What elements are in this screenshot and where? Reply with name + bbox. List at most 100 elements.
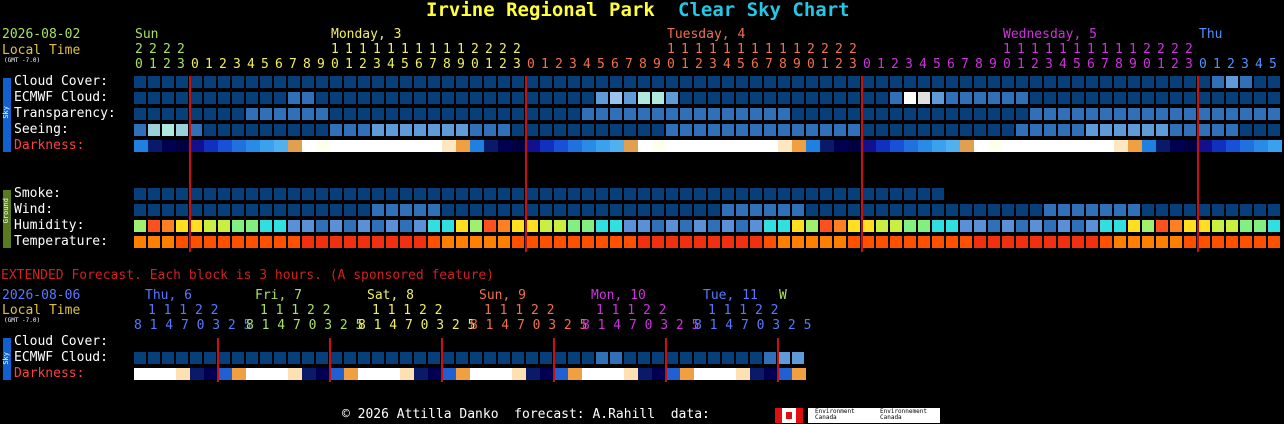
seeing-cell [1184,124,1196,136]
extended-ecmwf-cell [610,352,622,364]
humidity-cell [988,220,1000,232]
cloud-cover-cell [1142,76,1154,88]
ecmwf-cloud-cell [302,92,314,104]
hour-tens-digit: 2 [163,42,171,57]
temperature-cell [680,236,692,248]
ecmwf-cloud-cell [918,92,930,104]
cloud-cover-cell [1226,76,1238,88]
seeing-cell [652,124,664,136]
hour-tens-digit: 2 [807,42,815,57]
cloud-cover-cell [1198,76,1210,88]
extended-tens: 1 1 1 2 2 [596,303,667,318]
transparency-cell [176,108,188,120]
darkness-cell [1072,140,1086,152]
extended-day-label: Thu, 6 [145,288,192,303]
smoke-cell [932,188,944,200]
seeing-cell [1086,124,1098,136]
hour-tens-digit: 2 [1185,42,1193,57]
extended-tens: 1 1 1 2 2 [708,303,779,318]
cloud-cover-cell [1128,76,1140,88]
cloud-cover-cell [526,76,538,88]
extended-darkness-cell [442,368,456,380]
seeing-cell [946,124,958,136]
extended-ecmwf-cell [148,352,160,364]
cloud-cover-cell [652,76,664,88]
humidity-cell [484,220,496,232]
wind-cell [218,204,230,216]
darkness-cell [162,140,176,152]
darkness-cell [1254,140,1268,152]
ecmwf-cloud-cell [932,92,944,104]
hour-tens-digit: 1 [359,42,367,57]
humidity-cell [792,220,804,232]
humidity-cell [708,220,720,232]
wind-cell [1142,204,1154,216]
wind-cell [1156,204,1168,216]
hour-digit: 4 [583,57,591,72]
darkness-cell [736,140,750,152]
smoke-cell [764,188,776,200]
humidity-cell [330,220,342,232]
hour-digit: 3 [569,57,577,72]
transparency-cell [680,108,692,120]
hour-tens-digit: 1 [457,42,465,57]
hour-tens-digit: 1 [345,42,353,57]
darkness-cell [414,140,428,152]
darkness-cell [442,140,456,152]
temperature-cell [610,236,622,248]
darkness-cell [876,140,890,152]
hour-digit: 3 [905,57,913,72]
ecmwf-cloud-cell [876,92,888,104]
hour-tens-digit: 1 [429,42,437,57]
temperature-cell [512,236,524,248]
hour-digit: 6 [751,57,759,72]
transparency-cell [554,108,566,120]
extended-ecmwf-cell [162,352,174,364]
cloud-cover-cell [848,76,860,88]
extended-notice: EXTENDED Forecast. Each block is 3 hours… [1,268,495,283]
ecmwf-cloud-cell [456,92,468,104]
temperature-cell [834,236,846,248]
seeing-cell [1156,124,1168,136]
cloud-cover-cell [1254,76,1266,88]
extended-ecmwf-cell [694,352,706,364]
wind-cell [918,204,930,216]
row-label: Wind: [14,202,54,217]
darkness-cell [1142,140,1156,152]
hour-digit: 9 [793,57,801,72]
seeing-cell [890,124,902,136]
cloud-cover-cell [1212,76,1224,88]
smoke-cell [596,188,608,200]
extended-darkness-cell [610,368,624,380]
extended-darkness-cell [498,368,512,380]
wind-cell [848,204,860,216]
wind-cell [148,204,160,216]
hour-digit: 1 [345,57,353,72]
extended-darkness-cell [288,368,302,380]
cloud-cover-cell [1100,76,1112,88]
temperature-cell [148,236,160,248]
temperature-cell [372,236,384,248]
cloud-cover-cell [148,76,160,88]
seeing-cell [484,124,496,136]
cloud-cover-cell [1156,76,1168,88]
ecmwf-cloud-cell [330,92,342,104]
transparency-cell [1142,108,1154,120]
hour-tens-digit: 1 [373,42,381,57]
humidity-cell [246,220,258,232]
seeing-cell [904,124,916,136]
temperature-cell [456,236,468,248]
smoke-cell [778,188,790,200]
footer-credit: © 2026 Attilla Danko forecast: A.Rahill … [342,407,710,422]
extended-ecmwf-cell [414,352,426,364]
temperature-cell [358,236,370,248]
temperature-cell [1100,236,1112,248]
transparency-cell [246,108,258,120]
ecmwf-cloud-cell [694,92,706,104]
humidity-cell [750,220,762,232]
extended-darkness-cell [176,368,190,380]
hour-digit: 6 [611,57,619,72]
seeing-cell [1198,124,1210,136]
cloud-cover-cell [246,76,258,88]
transparency-cell [820,108,832,120]
